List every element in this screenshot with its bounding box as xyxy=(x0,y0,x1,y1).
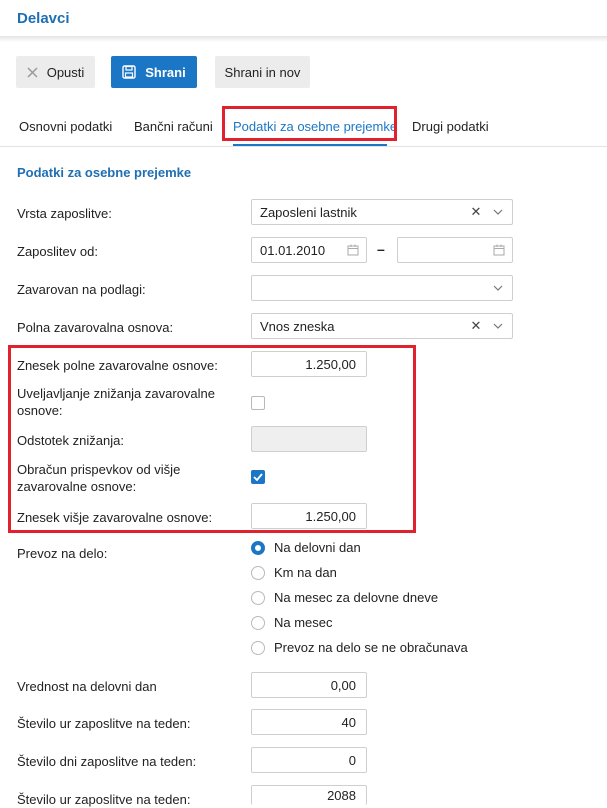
tab-basic-data[interactable]: Osnovni podatki xyxy=(19,119,112,134)
employed-from-label: Zaposlitev od: xyxy=(17,244,98,259)
commute-option-label[interactable]: Prevoz na delo se ne obračunava xyxy=(274,640,468,655)
checkmark-icon xyxy=(253,473,263,481)
value-per-workday-input[interactable]: 0,00 xyxy=(251,672,367,698)
tabs-divider xyxy=(0,146,607,147)
commute-option-radio[interactable] xyxy=(251,541,265,555)
commute-label: Prevoz na delo: xyxy=(17,546,108,561)
employment-type-select[interactable]: Zaposleni lastnik ✕ xyxy=(251,199,513,225)
clear-icon[interactable]: ✕ xyxy=(468,204,484,220)
commute-option-radio[interactable] xyxy=(251,616,265,630)
clear-icon[interactable]: ✕ xyxy=(468,318,484,334)
active-tab-indicator xyxy=(233,144,387,146)
value-per-workday-label: Vrednost na delovni dan xyxy=(17,679,157,694)
higher-basis-amount-value: 1.250,00 xyxy=(305,508,356,524)
hours-per-week-2-input[interactable]: 2088 xyxy=(251,785,367,805)
higher-basis-calc-label: Obračun prispevkov od višje zavarovalne … xyxy=(17,462,181,494)
discard-button-label: Opusti xyxy=(46,64,85,80)
reduction-claim-label: Uveljavljanje znižanja zavarovalne osnov… xyxy=(17,386,215,418)
save-and-new-button[interactable]: Shrani in nov xyxy=(215,56,310,88)
employment-type-value: Zaposleni lastnik xyxy=(260,204,357,220)
higher-basis-calc-checkbox[interactable] xyxy=(251,470,265,484)
save-button-label: Shrani xyxy=(145,64,186,80)
higher-basis-amount-input[interactable]: 1.250,00 xyxy=(251,503,367,529)
close-icon xyxy=(27,66,38,78)
days-per-week-label: Število dni zaposlitve na teden: xyxy=(17,754,197,769)
hours-per-week-label: Število ur zaposlitve na teden: xyxy=(17,716,191,731)
save-button[interactable]: Shrani xyxy=(111,56,197,88)
hours-per-week-value: 40 xyxy=(341,714,356,730)
discard-button[interactable]: Opusti xyxy=(16,56,95,88)
employed-from-date-input[interactable]: 01.01.2010 xyxy=(251,237,367,263)
page-title: Delavci xyxy=(17,10,70,27)
save-and-new-button-label: Shrani in nov xyxy=(224,64,301,80)
reduction-claim-checkbox[interactable] xyxy=(251,396,265,410)
hours-per-week-2-label: Število ur zaposlitve na teden: xyxy=(17,792,191,807)
insured-basis-select[interactable] xyxy=(251,275,513,301)
employed-from-date-value: 01.01.2010 xyxy=(260,242,326,258)
commute-option-label[interactable]: Na delovni dan xyxy=(274,540,361,555)
full-basis-amount-input[interactable]: 1.250,00 xyxy=(251,351,367,377)
tab-other-data[interactable]: Drugi podatki xyxy=(412,119,489,134)
days-per-week-value: 0 xyxy=(348,752,356,768)
commute-option-label[interactable]: Km na dan xyxy=(274,565,337,580)
hours-per-week-input[interactable]: 40 xyxy=(251,709,367,735)
calendar-icon[interactable] xyxy=(340,238,366,262)
commute-option-label[interactable]: Na mesec xyxy=(274,615,333,630)
employment-type-label: Vrsta zaposlitve: xyxy=(17,206,112,221)
date-range-separator: – xyxy=(377,241,385,257)
full-insurance-basis-select[interactable]: Vnos zneska ✕ xyxy=(251,313,513,339)
header-divider xyxy=(0,36,607,42)
employed-to-date-input[interactable] xyxy=(397,237,513,263)
full-insurance-basis-label: Polna zavarovalna osnova: xyxy=(17,320,174,335)
commute-option-label[interactable]: Na mesec za delovne dneve xyxy=(274,590,438,605)
floppy-disk-icon xyxy=(122,65,136,79)
calendar-icon[interactable] xyxy=(486,238,512,262)
full-insurance-basis-value: Vnos zneska xyxy=(260,318,335,334)
hours-per-week-2-value: 2088 xyxy=(327,788,356,803)
commute-option-radio[interactable] xyxy=(251,566,265,580)
commute-option-radio[interactable] xyxy=(251,641,265,655)
tab-highlight-box xyxy=(222,106,397,141)
section-title: Podatki za osebne prejemke xyxy=(17,165,192,180)
chevron-down-icon[interactable] xyxy=(484,314,512,338)
commute-option-radio[interactable] xyxy=(251,591,265,605)
full-basis-amount-label: Znesek polne zavarovalne osnove: xyxy=(17,358,218,373)
full-basis-amount-value: 1.250,00 xyxy=(305,356,356,372)
value-per-workday-value: 0,00 xyxy=(330,677,356,693)
reduction-percent-label: Odstotek znižanja: xyxy=(17,433,124,448)
chevron-down-icon[interactable] xyxy=(484,200,512,224)
insured-basis-label: Zavarovan na podlagi: xyxy=(17,282,146,297)
higher-basis-amount-label: Znesek višje zavarovalne osnove: xyxy=(17,510,213,525)
tab-bank-accounts[interactable]: Bančni računi xyxy=(134,119,213,134)
days-per-week-input[interactable]: 0 xyxy=(251,747,367,773)
reduction-percent-input xyxy=(251,426,367,452)
chevron-down-icon[interactable] xyxy=(484,276,512,300)
